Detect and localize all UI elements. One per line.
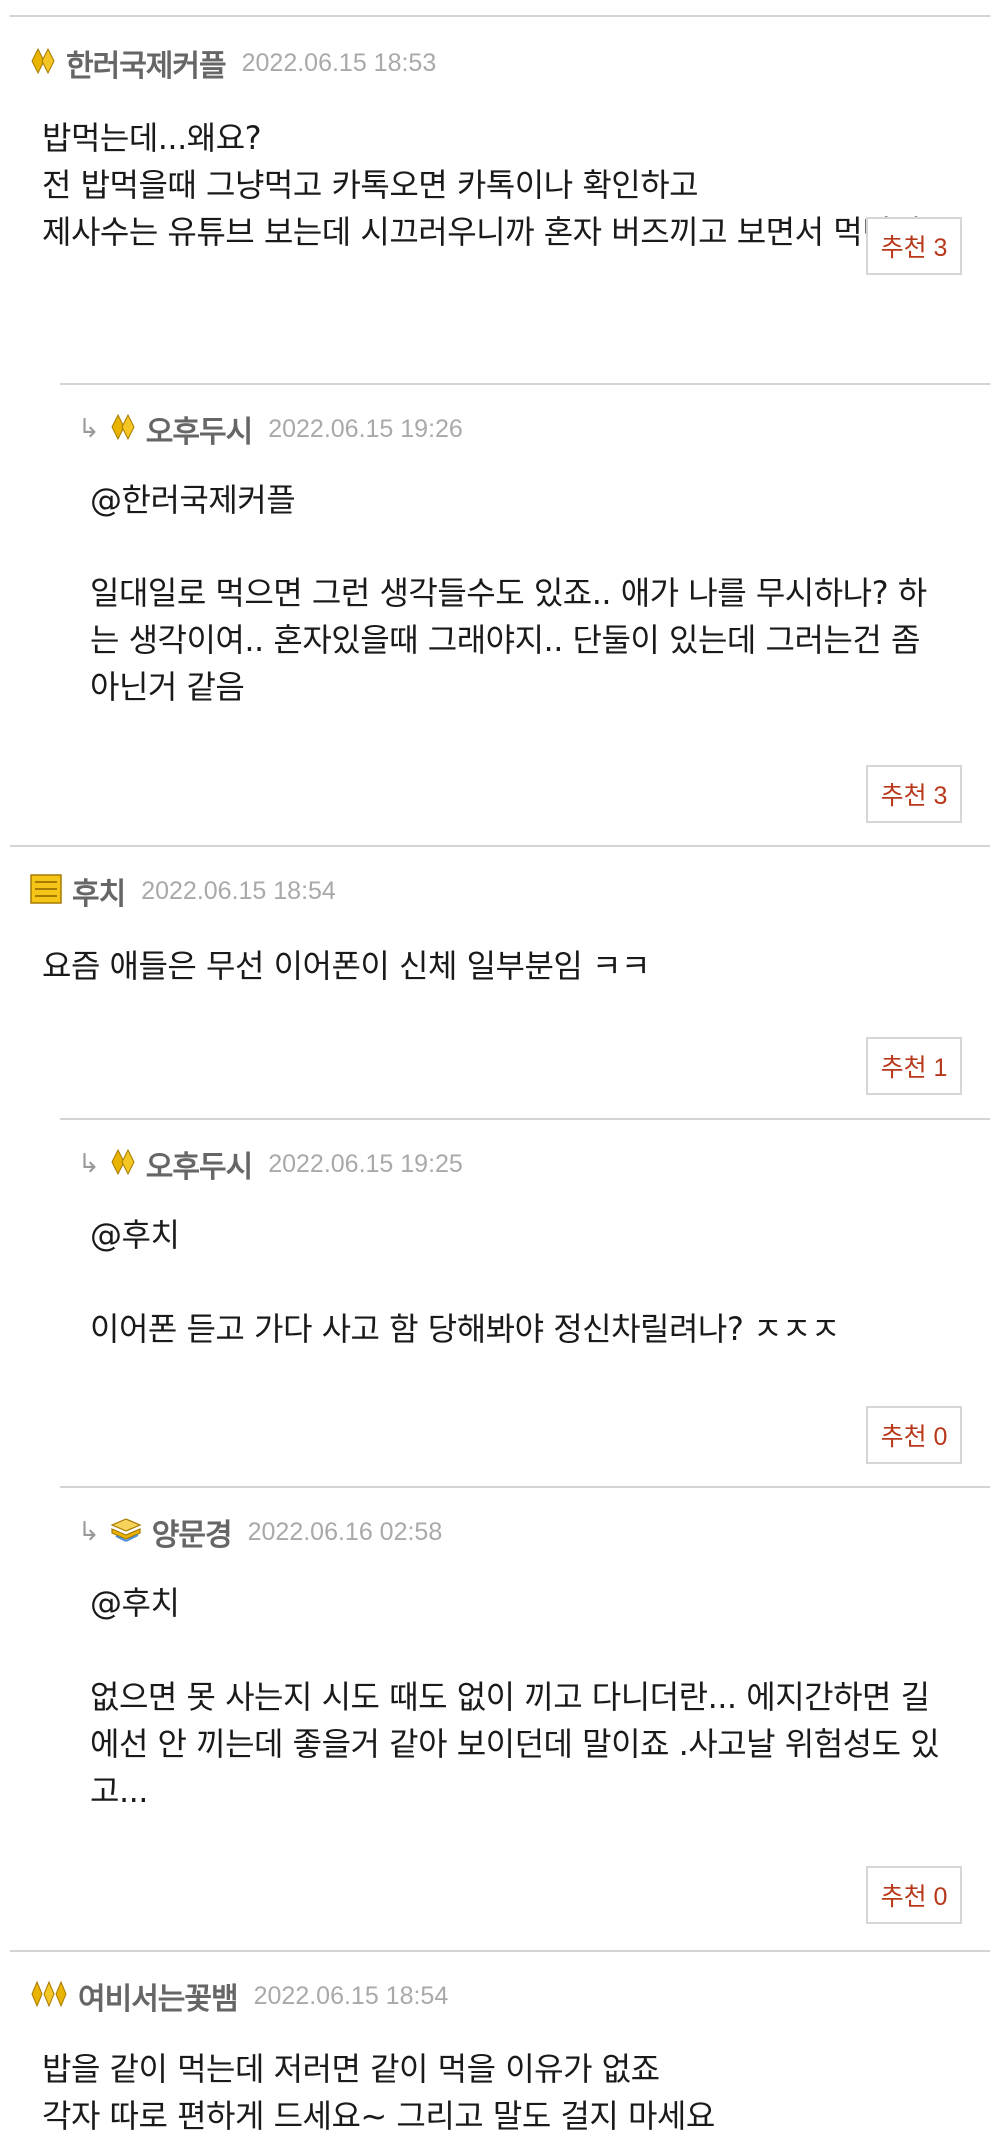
reply-comment: ↳ 오후두시 2022.06.15 19:25 @후치 이어폰 듣고 가다 사고…	[60, 1118, 990, 1486]
comment-body: 요즘 애들은 무선 이어폰이 신체 일부분임 ㅋㅋ	[42, 943, 650, 990]
gold-diamond-icon	[30, 47, 56, 79]
comment-line: 밥먹는데...왜요?	[42, 119, 262, 157]
comment-line: 제사수는 유튜브 보는데 시끄러우니까 혼자 버즈끼고 보면서 먹던데..	[42, 213, 940, 251]
author-nickname[interactable]: 오후두시	[146, 407, 253, 451]
reply-comment: ↳ 양문경 2022.06.16 02:58 @후치 없으면 못 사는지 시도 …	[60, 1486, 990, 1952]
comment-body: @후치 없으면 못 사는지 시도 때도 없이 끼고 다니더란... 에지간하면 …	[90, 1580, 940, 1815]
comment-header: ↳ 오후두시 2022.06.15 19:25	[78, 1142, 463, 1186]
comment-body: @후치 이어폰 듣고 가다 사고 함 당해봐야 정신차릴려나? ㅈㅈㅈ	[90, 1212, 840, 1353]
comment-date: 2022.06.15 19:26	[268, 414, 463, 443]
comment: 여비서는꽃뱀 2022.06.15 18:54 밥을 같이 먹는데 저러면 같이…	[10, 1950, 990, 2153]
mention: @한러국제커플	[90, 481, 296, 519]
comment-line	[90, 524, 927, 571]
comment-date: 2022.06.16 02:58	[247, 1517, 443, 1546]
comment-line: 일대일로 먹으면 그런 생각들수도 있죠.. 애가 나를 무시하나? 하	[90, 574, 927, 612]
recommend-button[interactable]: 추천 0	[866, 1406, 962, 1464]
comment-header: 후치 2022.06.15 18:54	[30, 869, 336, 913]
author-nickname[interactable]: 양문경	[152, 1510, 233, 1554]
recommend-button[interactable]: 추천 3	[866, 765, 962, 823]
comment-body: 밥을 같이 먹는데 저러면 같이 먹을 이유가 없죠 각자 따로 편하게 드세요…	[42, 2046, 715, 2140]
comment-line: 전 밥먹을때 그냥먹고 카톡오면 카톡이나 확인하고	[42, 166, 699, 204]
comment-line: 없으면 못 사는지 시도 때도 없이 끼고 다니더란... 에지간하면 길	[90, 1678, 930, 1716]
comment-date: 2022.06.15 18:54	[253, 1981, 449, 2010]
reply-arrow-icon: ↳	[78, 1149, 100, 1179]
author-nickname[interactable]: 한러국제커플	[66, 41, 227, 85]
comment-line: 밥을 같이 먹는데 저러면 같이 먹을 이유가 없죠	[42, 2050, 660, 2088]
comment-line: 고...	[90, 1772, 148, 1810]
comment-line: 이어폰 듣고 가다 사고 함 당해봐야 정신차릴려나? ㅈㅈㅈ	[90, 1310, 840, 1348]
mention: @후치	[90, 1216, 180, 1254]
gold-bars-icon	[30, 874, 62, 908]
gold-diamond-icon	[110, 1148, 136, 1180]
author-nickname[interactable]: 후치	[72, 869, 126, 913]
reply-arrow-icon: ↳	[78, 1517, 100, 1547]
comment-header: ↳ 오후두시 2022.06.15 19:26	[78, 407, 463, 451]
gold-diamond-icon	[110, 413, 136, 445]
author-nickname[interactable]: 여비서는꽃뱀	[78, 1974, 239, 2018]
comment: 한러국제커플 2022.06.15 18:53 밥먹는데...왜요? 전 밥먹을…	[10, 15, 990, 385]
comment-line: 는 생각이여.. 혼자있을때 그래야지.. 단둘이 있는데 그러는건 좀	[90, 621, 920, 659]
comment-body: @한러국제커플 일대일로 먹으면 그런 생각들수도 있죠.. 애가 나를 무시하…	[90, 477, 927, 711]
recommend-button[interactable]: 추천 3	[866, 217, 962, 275]
comment-body: 밥먹는데...왜요? 전 밥먹을때 그냥먹고 카톡오면 카톡이나 확인하고 제사…	[42, 115, 940, 256]
triple-diamond-icon	[30, 1980, 68, 2012]
comment-line	[90, 1259, 840, 1306]
comment-date: 2022.06.15 18:54	[141, 876, 336, 905]
comment-date: 2022.06.15 19:25	[268, 1149, 463, 1178]
recommend-button[interactable]: 추천 1	[866, 1037, 962, 1095]
comment-header: 한러국제커플 2022.06.15 18:53	[30, 41, 436, 85]
mention: @후치	[90, 1584, 180, 1622]
reply-comment: ↳ 오후두시 2022.06.15 19:26 @한러국제커플 일대일로 먹으면…	[60, 383, 990, 845]
stack-icon	[110, 1517, 142, 1547]
comment-date: 2022.06.15 18:53	[241, 48, 437, 77]
comment-line	[90, 1627, 939, 1674]
comment-line: 각자 따로 편하게 드세요~ 그리고 말도 걸지 마세요	[42, 2097, 715, 2135]
comment-line: 아닌거 같음	[90, 668, 245, 706]
comment-header: 여비서는꽃뱀 2022.06.15 18:54	[30, 1974, 448, 2018]
author-nickname[interactable]: 오후두시	[146, 1142, 253, 1186]
comment: 후치 2022.06.15 18:54 요즘 애들은 무선 이어폰이 신체 일부…	[10, 845, 990, 1120]
comment-header: ↳ 양문경 2022.06.16 02:58	[78, 1510, 442, 1554]
recommend-button[interactable]: 추천 0	[866, 1866, 962, 1924]
comment-line: 에선 안 끼는데 좋을거 같아 보이던데 말이죠 .사고날 위험성도 있	[90, 1725, 940, 1763]
comment-line: 요즘 애들은 무선 이어폰이 신체 일부분임 ㅋㅋ	[42, 947, 650, 985]
reply-arrow-icon: ↳	[78, 414, 100, 444]
